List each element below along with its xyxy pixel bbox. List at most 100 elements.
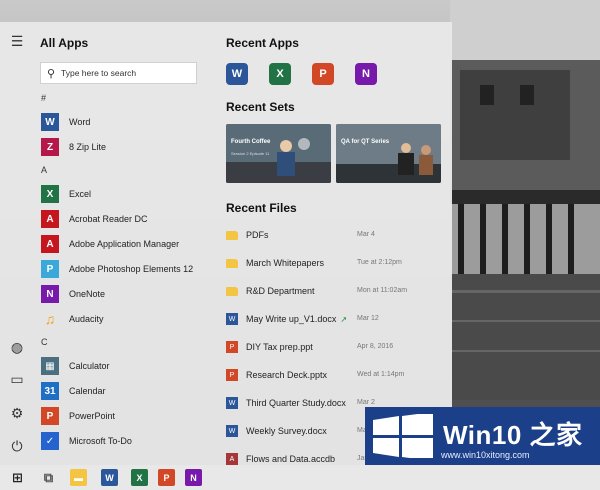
app-label: Microsoft To-Do <box>69 436 132 446</box>
taskbar-excel-button[interactable]: X <box>131 469 148 486</box>
powerpoint-icon: P <box>319 68 327 80</box>
file-name: Flows and Data.accdb <box>246 454 336 464</box>
trending-icon: ↗ <box>340 314 348 324</box>
calculator-icon: ▦ <box>41 357 59 375</box>
powerpoint-doc-icon: P <box>226 369 238 381</box>
excel-icon: X <box>136 472 143 483</box>
pictures-icon[interactable]: ▭ <box>9 371 25 387</box>
powerpoint-icon: P <box>41 407 59 425</box>
word-doc-icon: W <box>226 313 238 325</box>
taskbar-powerpoint-button[interactable]: P <box>158 469 175 486</box>
app-list-item[interactable]: Z 8 Zip Lite <box>41 137 106 157</box>
app-list-item[interactable]: N OneNote <box>41 284 105 304</box>
recent-set-qa-for-qt-series[interactable]: QA for QT Series <box>336 124 441 183</box>
taskbar: ⊞ ⧉ ▬ W X P N <box>0 465 600 490</box>
adobe-app-manager-icon: A <box>41 235 59 253</box>
file-date: Mon at 11:02am <box>357 287 408 294</box>
power-icon[interactable]: ⏻ <box>9 438 25 454</box>
8zip-icon: Z <box>41 138 59 156</box>
excel-icon: X <box>276 68 284 80</box>
settings-icon[interactable]: ⚙ <box>9 405 25 421</box>
file-date: Wed at 1:14pm <box>357 371 405 378</box>
photoshop-elements-icon: P <box>41 260 59 278</box>
onenote-icon: N <box>41 285 59 303</box>
recent-app-excel[interactable]: X <box>269 63 291 85</box>
word-doc-icon: W <box>226 397 238 409</box>
section-letter: A <box>41 165 48 175</box>
set-title: QA for QT Series <box>341 139 390 145</box>
excel-icon: X <box>41 185 59 203</box>
folder-icon <box>226 286 238 296</box>
taskbar-word-button[interactable]: W <box>101 469 118 486</box>
recent-sets-title: Recent Sets <box>226 100 295 114</box>
set-thumbnail-image <box>336 124 441 183</box>
app-label: Acrobat Reader DC <box>69 214 148 224</box>
app-list-item[interactable]: P Adobe Photoshop Elements 12 <box>41 259 193 279</box>
powerpoint-icon: P <box>163 472 170 483</box>
word-icon: W <box>41 113 59 131</box>
onenote-icon: N <box>362 68 370 80</box>
app-label: PowerPoint <box>69 411 116 421</box>
app-label: Calendar <box>69 386 106 396</box>
app-label: Adobe Photoshop Elements 12 <box>69 264 194 274</box>
recent-app-onenote[interactable]: N <box>355 63 377 85</box>
app-label: Excel <box>69 189 92 199</box>
app-list-item[interactable]: X Excel <box>41 184 91 204</box>
set-subtitle: Session 2 Episode 11 <box>231 151 270 156</box>
app-list-item[interactable]: 31 Calendar <box>41 381 106 401</box>
recent-app-powerpoint[interactable]: P <box>312 63 334 85</box>
start-rail: ☰ ◍ ▭ ⚙ ⏻ <box>0 22 34 465</box>
globe-icon[interactable]: ◍ <box>9 339 25 355</box>
recent-app-word[interactable]: W <box>226 63 248 85</box>
file-name: May Write up_V1.docx <box>246 314 337 324</box>
app-label: 8 Zip Lite <box>69 142 107 152</box>
app-label: Word <box>69 117 91 127</box>
file-name: Third Quarter Study.docx <box>246 398 346 408</box>
file-date: Tue at 2:12pm <box>357 259 402 266</box>
hamburger-menu-icon[interactable]: ☰ <box>9 33 25 49</box>
app-list-item[interactable]: ♫ Audacity <box>41 309 104 329</box>
file-name: R&D Department <box>246 286 315 296</box>
taskbar-onenote-button[interactable]: N <box>185 469 202 486</box>
section-letter: # <box>41 93 47 103</box>
file-date: Mar 4 <box>357 231 375 238</box>
app-list-item[interactable]: ▦ Calculator <box>41 356 110 376</box>
todo-icon: ✓ <box>41 432 59 450</box>
windows-start-icon: ⊞ <box>12 469 23 485</box>
taskbar-file-explorer-button[interactable]: ▬ <box>70 469 87 486</box>
file-date: Mar 12 <box>357 315 379 322</box>
taskbar-task-view-button[interactable]: ⧉ <box>40 469 57 486</box>
set-title: Fourth Coffee <box>231 139 271 145</box>
app-list-item[interactable]: A Acrobat Reader DC <box>41 209 148 229</box>
audacity-icon: ♫ <box>44 311 56 327</box>
recent-set-fourth-coffee[interactable]: Fourth Coffee Session 2 Episode 11 <box>226 124 331 183</box>
powerpoint-doc-icon: P <box>226 341 238 353</box>
access-doc-icon: A <box>226 453 238 465</box>
pier-photo <box>450 0 600 400</box>
all-apps-title: All Apps <box>40 36 89 50</box>
search-input[interactable]: ⚲ Type here to search <box>40 62 197 84</box>
app-label: OneNote <box>69 289 106 299</box>
app-list-item[interactable]: ✓ Microsoft To-Do <box>41 431 132 451</box>
file-name: Research Deck.pptx <box>246 370 328 380</box>
file-name: DIY Tax prep.ppt <box>246 342 313 352</box>
calendar-icon: 31 <box>41 382 59 400</box>
windows-logo-icon <box>373 414 433 458</box>
file-explorer-icon: ▬ <box>74 472 83 483</box>
win10-watermark-logo: Win10 之家 www.win10xitong.com <box>365 407 600 465</box>
task-view-icon: ⧉ <box>43 469 54 485</box>
app-list-item[interactable]: A Adobe Application Manager <box>41 234 179 254</box>
app-label: Calculator <box>69 361 110 371</box>
section-letter: C <box>41 337 48 347</box>
taskbar-windows-start-button[interactable]: ⊞ <box>9 469 26 486</box>
onenote-icon: N <box>190 472 197 483</box>
app-list-item[interactable]: W Word <box>41 112 90 132</box>
file-name: March Whitepapers <box>246 258 325 268</box>
file-name: PDFs <box>246 230 269 240</box>
search-icon: ⚲ <box>46 67 56 80</box>
watermark-title: Win10 之家 <box>443 420 583 450</box>
app-label: Adobe Application Manager <box>69 239 180 249</box>
folder-icon <box>226 230 238 240</box>
app-list-item[interactable]: P PowerPoint <box>41 406 115 426</box>
file-date: Apr 8, 2016 <box>357 343 394 350</box>
